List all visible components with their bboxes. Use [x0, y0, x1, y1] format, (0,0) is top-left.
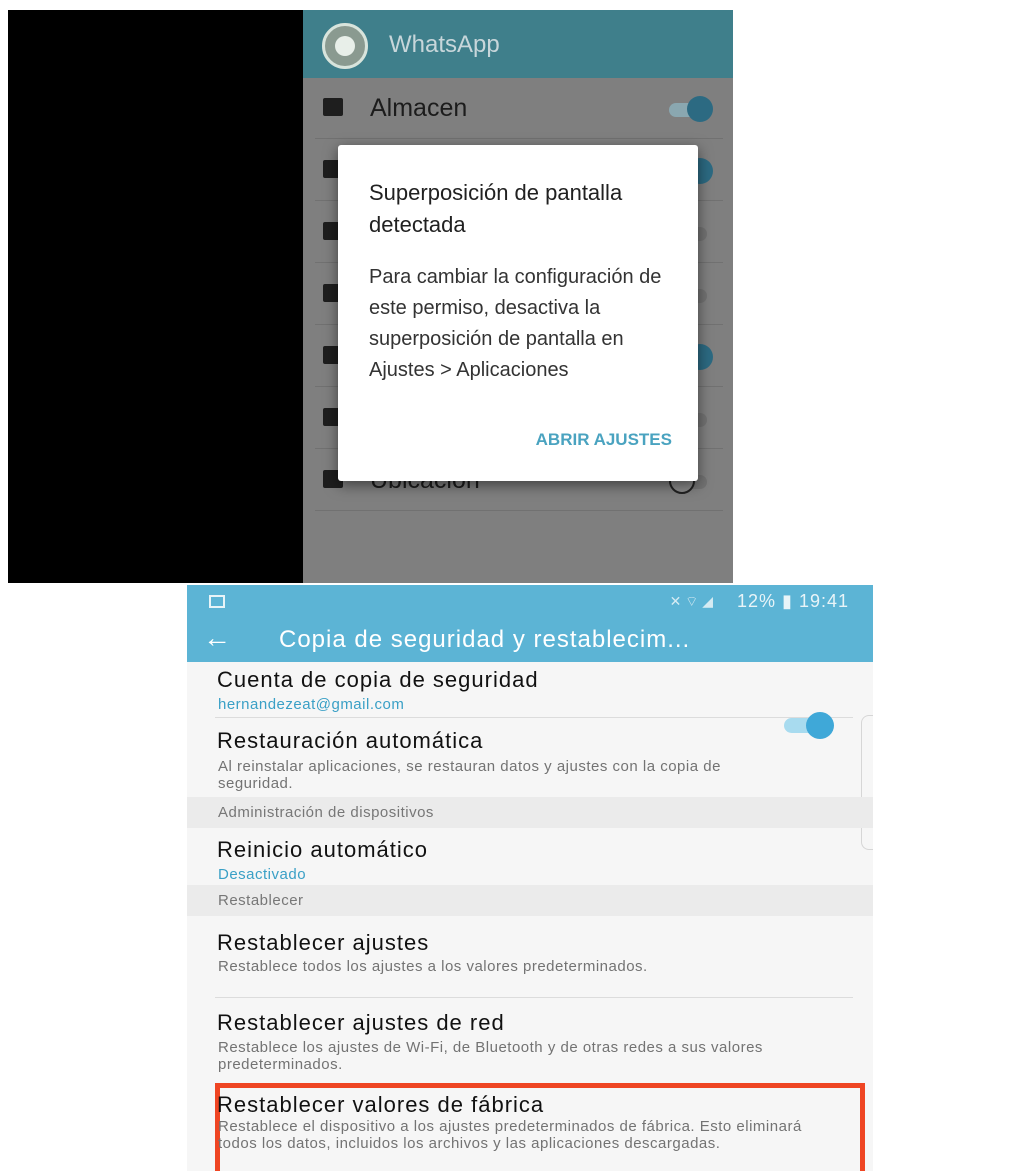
item-value: Desactivado [218, 866, 307, 883]
reset-settings-item[interactable]: Restablecer ajustes Restablece todos los… [187, 916, 873, 1006]
whatsapp-logo-icon [322, 23, 368, 69]
permission-row-storage[interactable]: Almacen [315, 78, 723, 139]
app-bar: ← Copia de seguridad y restablecim... [187, 620, 873, 662]
account-email: hernandezeat@gmail.com [218, 696, 405, 713]
permission-toggle[interactable] [669, 96, 713, 122]
open-settings-button[interactable]: ABRIR AJUSTES [536, 430, 672, 450]
image-notification-icon [209, 595, 225, 608]
section-header-devices: Administración de dispositivos [187, 797, 873, 828]
battery-and-time: 12% ▮ 19:41 [737, 591, 849, 611]
status-bar: ✕ ⌔ ◢ 12% ▮ 19:41 [187, 585, 873, 620]
section-header-reset: Restablecer [187, 885, 873, 916]
item-title: Restablecer valores de fábrica [217, 1092, 545, 1117]
app-header: WhatsApp [303, 10, 733, 78]
item-title: Cuenta de copia de seguridad [217, 667, 539, 692]
reset-network-item[interactable]: Restablecer ajustes de red Restablece lo… [187, 998, 873, 1086]
dialog-message: Para cambiar la configuración de este pe… [369, 266, 662, 381]
app-title: WhatsApp [389, 31, 500, 58]
item-title: Restablecer ajustes [217, 930, 430, 955]
item-description: Al reinstalar aplicaciones, se restauran… [218, 758, 721, 792]
section-label: Administración de dispositivos [218, 804, 434, 821]
item-description: Restablece todos los ajustes a los valor… [218, 958, 648, 975]
dialog-title: Superposición de pantalla detectada [369, 180, 623, 237]
backup-account-item[interactable]: Cuenta de copia de seguridad hernandezea… [187, 662, 873, 722]
signal-icons: ✕ ⌔ ◢ [669, 593, 713, 609]
folder-icon [323, 98, 343, 116]
arrow-left-icon[interactable]: ← [203, 622, 231, 654]
screen-overlay-dialog: Superposición de pantalla detectada Para… [338, 145, 698, 481]
whatsapp-permissions-screen: WhatsApp Almacen Ubicación [303, 10, 733, 583]
factory-reset-item[interactable]: Restablecer valores de fábrica Restablec… [187, 1088, 873, 1171]
item-description: Restablece los ajustes de Wi-Fi, de Blue… [218, 1039, 763, 1073]
settings-screenshot: ✕ ⌔ ◢ 12% ▮ 19:41 ← Copia de seguridad y… [187, 585, 873, 1171]
auto-restart-item[interactable]: Reinicio automático Desactivado [187, 828, 873, 888]
item-title: Restauración automática [217, 728, 484, 753]
whatsapp-screenshot: WhatsApp Almacen Ubicación [8, 10, 733, 583]
item-title: Reinicio automático [217, 837, 428, 862]
page-title: Copia de seguridad y restablecim... [279, 626, 691, 653]
permission-label: Almacen [370, 94, 468, 122]
section-label: Restablecer [218, 892, 304, 909]
item-description: Restablece el dispositivo a los ajustes … [218, 1118, 802, 1152]
item-title: Restablecer ajustes de red [217, 1010, 505, 1035]
auto-restore-toggle[interactable] [784, 712, 838, 739]
